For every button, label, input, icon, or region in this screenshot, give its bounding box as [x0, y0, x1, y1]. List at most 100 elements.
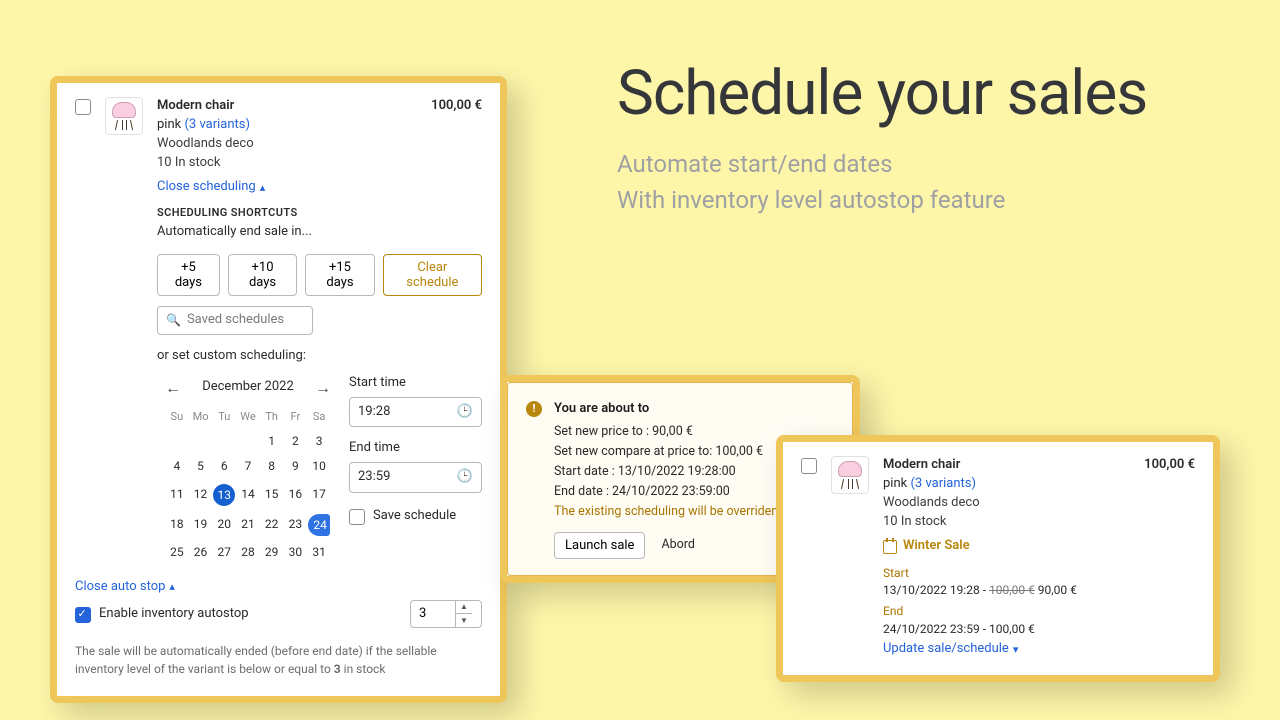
clear-schedule-button[interactable]: Clear schedule	[383, 254, 482, 296]
subtitle-line-2: With inventory level autostop feature	[617, 182, 1197, 218]
product-row: Modern chair 100,00 € pink (3 variants) …	[75, 97, 482, 565]
calendar-day[interactable]: 15	[260, 480, 284, 510]
calendar-grid[interactable]: SuMoTuWeThFrSa 1234567891011121314151617…	[165, 405, 331, 565]
calendar-day[interactable]: 26	[189, 540, 213, 565]
calendar-day[interactable]: 24	[307, 510, 331, 540]
calendar-day[interactable]: 30	[284, 540, 308, 565]
calendar-day	[236, 429, 260, 454]
scheduled-state-card: Modern chair 100,00 € pink (3 variants) …	[776, 435, 1220, 682]
calendar-prev-icon[interactable]: ←	[165, 376, 181, 399]
calendar: ← December 2022 → SuMoTuWeThFrSa 1234567…	[165, 374, 331, 565]
start-time-label: Start time	[349, 374, 482, 393]
stepper-down-icon[interactable]: ▼	[456, 614, 472, 627]
calendar-month: December 2022	[202, 378, 294, 397]
variant-name: pink	[883, 476, 907, 491]
save-schedule-label: Save schedule	[373, 507, 456, 526]
calendar-day[interactable]: 22	[260, 510, 284, 540]
start-label: Start	[883, 565, 1195, 582]
calendar-day[interactable]: 18	[165, 510, 189, 540]
end-line: 24/10/2022 23:59 - 100,00 €	[883, 621, 1195, 638]
calendar-day[interactable]: 4	[165, 454, 189, 479]
product-thumbnail	[105, 97, 143, 135]
product-thumbnail	[831, 456, 869, 494]
calendar-day[interactable]: 27	[212, 540, 236, 565]
saved-schedules-search[interactable]: 🔍 Saved schedules	[157, 306, 313, 335]
calendar-day[interactable]: 28	[236, 540, 260, 565]
enable-autostop-checkbox[interactable]	[75, 607, 91, 623]
calendar-day[interactable]: 5	[189, 454, 213, 479]
abort-link[interactable]: Abord	[661, 535, 694, 555]
variants-link[interactable]: (3 variants)	[184, 117, 250, 132]
calendar-day[interactable]: 29	[260, 540, 284, 565]
calendar-day[interactable]: 20	[212, 510, 236, 540]
calendar-day[interactable]: 10	[307, 454, 331, 479]
close-scheduling-toggle[interactable]: Close scheduling	[157, 178, 265, 197]
autostop-quantity-input[interactable]	[411, 606, 455, 621]
plus-15-days-button[interactable]: +15 days	[305, 254, 374, 296]
calendar-day[interactable]: 7	[236, 454, 260, 479]
product-name: Modern chair	[883, 456, 960, 475]
scheduling-card: Modern chair 100,00 € pink (3 variants) …	[50, 76, 507, 703]
save-schedule-checkbox[interactable]	[349, 509, 365, 525]
launch-sale-button[interactable]: Launch sale	[554, 532, 645, 559]
calendar-day	[212, 429, 236, 454]
plus-10-days-button[interactable]: +10 days	[228, 254, 297, 296]
start-time-value: 19:28	[358, 403, 390, 422]
shortcuts-caption: SCHEDULING SHORTCUTS	[157, 205, 482, 221]
autostop-quantity-stepper[interactable]: ▲ ▼	[410, 600, 482, 628]
calendar-day[interactable]: 25	[165, 540, 189, 565]
stock-level: 10 In stock	[883, 513, 1195, 532]
autostop-help-text: The sale will be automatically ended (be…	[75, 642, 482, 678]
calendar-day[interactable]: 16	[284, 480, 308, 510]
plus-5-days-button[interactable]: +5 days	[157, 254, 220, 296]
variant-name: pink	[157, 117, 181, 132]
calendar-next-icon[interactable]: →	[315, 376, 331, 399]
sale-badge: Winter Sale	[883, 537, 970, 556]
calendar-icon	[883, 540, 897, 554]
chair-icon	[112, 102, 136, 130]
calendar-day[interactable]: 11	[165, 480, 189, 510]
calendar-day[interactable]: 21	[236, 510, 260, 540]
stepper-up-icon[interactable]: ▲	[456, 600, 472, 614]
warning-icon: !	[526, 401, 542, 417]
calendar-day[interactable]: 1	[260, 429, 284, 454]
end-time-label: End time	[349, 439, 482, 458]
clock-icon[interactable]: 🕒	[457, 468, 473, 487]
page-title: Schedule your sales	[617, 60, 1197, 128]
calendar-day[interactable]: 6	[212, 454, 236, 479]
start-line: 13/10/2022 19:28 - 100,00 € 90,00 €	[883, 582, 1195, 599]
calendar-day	[165, 429, 189, 454]
vendor-name: Woodlands deco	[883, 494, 1195, 513]
calendar-day[interactable]: 31	[307, 540, 331, 565]
page-subtitle: Automate start/end dates With inventory …	[617, 146, 1197, 218]
calendar-day[interactable]: 19	[189, 510, 213, 540]
chair-icon	[838, 461, 862, 489]
clock-icon[interactable]: 🕒	[457, 403, 473, 422]
calendar-day[interactable]: 12	[189, 480, 213, 510]
update-sale-link[interactable]: Update sale/schedule	[883, 640, 1018, 659]
shortcuts-sub: Automatically end sale in...	[157, 223, 482, 242]
custom-scheduling-label: or set custom scheduling:	[157, 347, 482, 366]
end-time-input[interactable]: 23:59 🕒	[349, 462, 482, 493]
search-icon: 🔍	[166, 312, 181, 329]
calendar-day[interactable]: 8	[260, 454, 284, 479]
calendar-day[interactable]: 14	[236, 480, 260, 510]
variants-link[interactable]: (3 variants)	[910, 476, 976, 491]
calendar-day[interactable]: 2	[284, 429, 308, 454]
enable-autostop-label: Enable inventory autostop	[99, 606, 249, 621]
end-time-value: 23:59	[358, 468, 390, 487]
sale-name: Winter Sale	[903, 537, 970, 556]
end-label: End	[883, 603, 1195, 620]
product-checkbox[interactable]	[75, 99, 91, 115]
calendar-day[interactable]: 17	[307, 480, 331, 510]
calendar-day[interactable]: 23	[284, 510, 308, 540]
marketing-title: Schedule your sales Automate start/end d…	[617, 60, 1197, 218]
start-time-input[interactable]: 19:28 🕒	[349, 397, 482, 428]
calendar-day[interactable]: 13	[212, 480, 236, 510]
calendar-day[interactable]: 9	[284, 454, 308, 479]
vendor-name: Woodlands deco	[157, 135, 482, 154]
product-checkbox[interactable]	[801, 458, 817, 474]
close-autostop-toggle[interactable]: Close auto stop	[75, 579, 175, 594]
product-name: Modern chair	[157, 97, 234, 116]
calendar-day[interactable]: 3	[307, 429, 331, 454]
